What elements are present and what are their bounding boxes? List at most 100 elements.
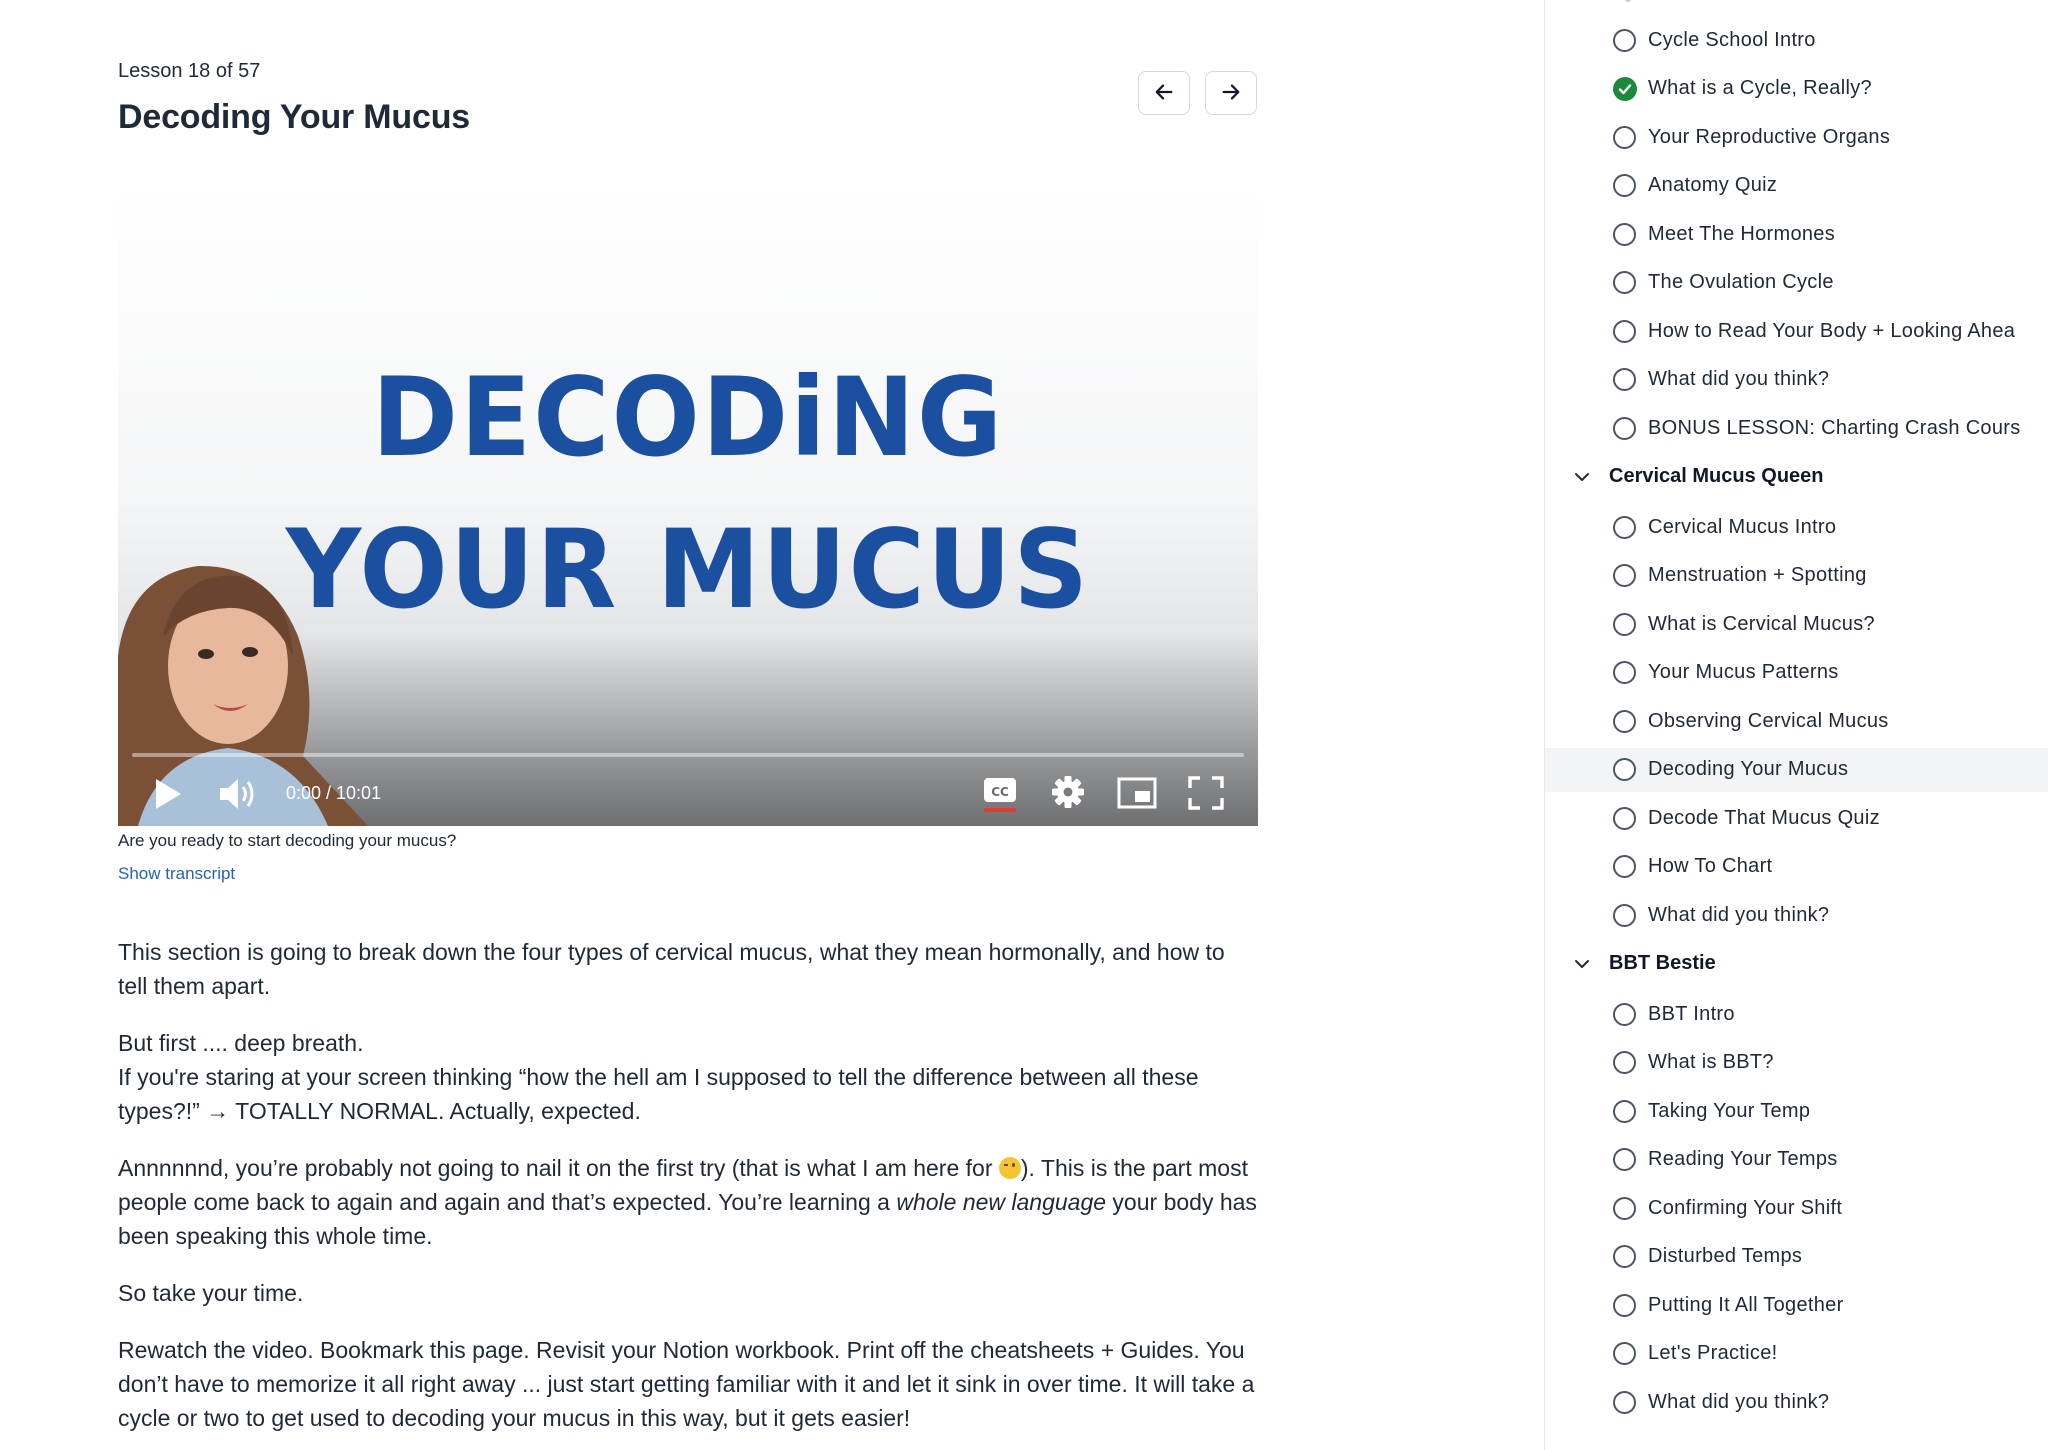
- lesson-item[interactable]: Disturbed Temps: [1545, 1235, 2048, 1279]
- next-lesson-button[interactable]: [1205, 71, 1257, 115]
- chevron-down-icon: [1573, 468, 1591, 486]
- arrow-left-icon: [1153, 81, 1175, 106]
- incomplete-circle-icon: [1613, 806, 1636, 830]
- section-title: BBT Bestie: [1609, 952, 1716, 974]
- section-header[interactable]: Cervical Mucus Queen: [1545, 455, 2048, 499]
- lesson-item-label: BONUS LESSON: Charting Crash Cours: [1648, 416, 2021, 439]
- settings-button[interactable]: [1048, 772, 1088, 812]
- lesson-item-label: Decode That Mucus Quiz: [1648, 806, 1880, 829]
- miniplayer-icon: [1117, 777, 1157, 809]
- lesson-item-label: Anatomy Quiz: [1648, 174, 1778, 196]
- check-circle-icon: [1613, 76, 1637, 101]
- incomplete-circle-icon: [1613, 1148, 1636, 1171]
- lesson-item-label: How to Read Your Body + Looking Ahea: [1648, 319, 2016, 342]
- body-paragraph: But first .... deep breath.: [118, 1030, 364, 1056]
- lesson-item[interactable]: Confirming Your Shift: [1545, 1186, 2048, 1230]
- video-time: 0:00 / 10:01: [286, 783, 382, 803]
- lesson-item-current[interactable]: Decoding Your Mucus: [1545, 747, 2048, 792]
- lesson-item[interactable]: Cycle School Intro: [1545, 18, 2048, 62]
- lesson-item[interactable]: Your Mucus Patterns: [1545, 651, 2048, 695]
- section-header[interactable]: BBT Bestie: [1545, 942, 2048, 986]
- lesson-item-label: Your Reproductive Organs: [1648, 125, 1891, 148]
- incomplete-circle-icon: [1613, 1293, 1636, 1317]
- captions-button[interactable]: CC: [980, 772, 1020, 816]
- miniplayer-button[interactable]: [1116, 774, 1158, 812]
- body-paragraph: This section is going to break down the …: [118, 939, 1225, 999]
- lesson-counter: Lesson 18 of 57: [118, 60, 261, 82]
- lesson-item-label: Reading Your Temps: [1648, 1148, 1838, 1170]
- incomplete-circle-icon: [1613, 125, 1636, 149]
- incomplete-circle-icon: [1613, 758, 1636, 781]
- lesson-item[interactable]: Taking Your Temp: [1545, 1089, 2048, 1133]
- lesson-item[interactable]: Meet The Hormones: [1545, 212, 2048, 256]
- incomplete-circle-icon: [1613, 1390, 1636, 1414]
- lesson-item-label: What is BBT?: [1648, 1051, 1774, 1073]
- page-title: Decoding Your Mucus: [118, 98, 470, 136]
- show-transcript-link[interactable]: Show transcript: [118, 864, 235, 884]
- lesson-item[interactable]: Your Reproductive Organs: [1545, 115, 2048, 159]
- lesson-item-label: Meet The Hormones: [1648, 222, 1836, 245]
- lesson-item[interactable]: What did you think?: [1545, 893, 2048, 937]
- play-button[interactable]: [148, 774, 188, 814]
- lesson-item-label: Observing Cervical Mucus: [1648, 709, 1889, 732]
- lesson-item[interactable]: Menstruation + Spotting: [1545, 554, 2048, 598]
- lesson-item-label: Menstruation + Spotting: [1648, 564, 1867, 586]
- lesson-item-label: Cycle School Intro: [1648, 28, 1816, 51]
- lesson-body: This section is going to break down the …: [118, 935, 1258, 1450]
- lesson-item[interactable]: BBT Intro: [1545, 992, 2048, 1036]
- lesson-item[interactable]: Decode That Mucus Quiz: [1545, 796, 2048, 840]
- fullscreen-icon: [1188, 776, 1224, 810]
- lesson-page: Lesson 18 of 57 Decoding Your Mucus DECO…: [0, 0, 2048, 1450]
- lesson-item[interactable]: What did you think?: [1545, 1380, 2048, 1424]
- lesson-item-label: How To Chart: [1648, 855, 1773, 877]
- lesson-item-label: Putting It All Together: [1648, 1293, 1844, 1316]
- lesson-item-label: What did you think?: [1648, 368, 1830, 390]
- incomplete-circle-icon: [1613, 903, 1636, 927]
- incomplete-circle-icon: [1613, 271, 1636, 294]
- fullscreen-button[interactable]: [1186, 774, 1226, 812]
- closed-captions-icon: CC: [984, 778, 1016, 812]
- body-paragraph: Annnnnnd, you’re probably not going to n…: [118, 1155, 1257, 1249]
- incomplete-circle-icon: [1613, 1002, 1636, 1026]
- lesson-item[interactable]: Observing Cervical Mucus: [1545, 699, 2048, 743]
- lesson-item[interactable]: How to Read Your Body + Looking Ahea: [1545, 309, 2048, 353]
- incomplete-circle-icon: [1613, 564, 1636, 587]
- video-title-line-1: DECODiNG: [371, 352, 1005, 482]
- scroll-peek: [1625, 0, 1631, 2]
- lesson-item-label: Confirming Your Shift: [1648, 1196, 1843, 1219]
- previous-lesson-button[interactable]: [1138, 71, 1190, 115]
- incomplete-circle-icon: [1613, 222, 1636, 246]
- lesson-item-label: The Ovulation Cycle: [1648, 271, 1834, 293]
- chevron-down-icon: [1573, 955, 1591, 973]
- video-progress-bar[interactable]: [132, 753, 1244, 757]
- incomplete-circle-icon: [1613, 1342, 1636, 1365]
- video-player[interactable]: DECODiNG YOUR MUCUS 0:00 / 10:01 CC: [118, 186, 1258, 826]
- lesson-item-label: What is a Cycle, Really?: [1648, 77, 1872, 99]
- lesson-item[interactable]: Anatomy Quiz: [1545, 164, 2048, 208]
- lesson-item-label: Decoding Your Mucus: [1648, 758, 1849, 780]
- volume-button[interactable]: [216, 774, 260, 814]
- arrow-right-icon: [1220, 81, 1242, 106]
- gear-icon: [1052, 776, 1084, 808]
- lesson-item[interactable]: The Ovulation Cycle: [1545, 261, 2048, 305]
- lesson-item[interactable]: BONUS LESSON: Charting Crash Cours: [1545, 406, 2048, 450]
- winking-face-icon: [998, 1157, 1021, 1179]
- lesson-item-label: What did you think?: [1648, 903, 1830, 926]
- incomplete-circle-icon: [1613, 612, 1636, 636]
- lesson-item-label: What did you think?: [1648, 1390, 1830, 1413]
- play-icon: [156, 779, 181, 809]
- lesson-item[interactable]: Let's Practice!: [1545, 1332, 2048, 1376]
- lesson-item[interactable]: Putting It All Together: [1545, 1283, 2048, 1327]
- lesson-item[interactable]: Cervical Mucus Intro: [1545, 505, 2048, 549]
- lesson-item[interactable]: What is Cervical Mucus?: [1545, 602, 2048, 646]
- incomplete-circle-icon: [1613, 174, 1636, 197]
- lesson-item[interactable]: Reading Your Temps: [1545, 1138, 2048, 1182]
- incomplete-circle-icon: [1613, 1099, 1636, 1123]
- volume-icon: [220, 779, 254, 809]
- lesson-item[interactable]: What is BBT?: [1545, 1041, 2048, 1085]
- lesson-item[interactable]: What did you think?: [1545, 358, 2048, 402]
- incomplete-circle-icon: [1613, 319, 1636, 343]
- lesson-item[interactable]: How To Chart: [1545, 845, 2048, 889]
- lesson-item[interactable]: What is a Cycle, Really?: [1545, 67, 2048, 111]
- body-paragraph: Rewatch the video. Bookmark this page. R…: [118, 1337, 1255, 1431]
